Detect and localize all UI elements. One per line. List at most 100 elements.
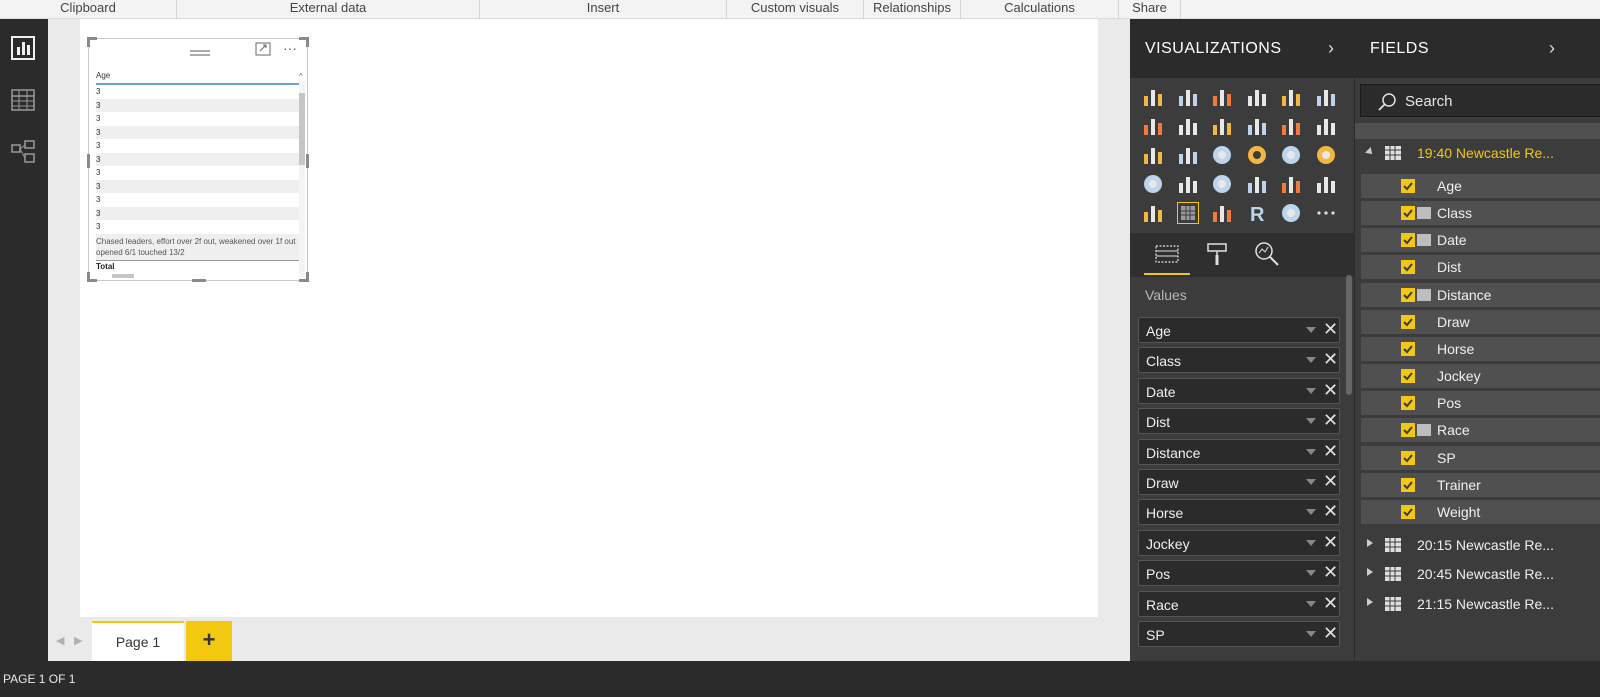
- more-options-icon[interactable]: ···: [283, 41, 297, 55]
- remove-field-icon[interactable]: ✕: [1323, 441, 1338, 462]
- analytics-magnifier-icon[interactable]: [1254, 241, 1280, 267]
- chevron-down-icon[interactable]: [1306, 600, 1316, 607]
- drag-grip-icon[interactable]: [190, 44, 210, 56]
- filled-map-icon[interactable]: [1142, 173, 1164, 195]
- resize-handle[interactable]: [87, 272, 90, 282]
- remove-field-icon[interactable]: ✕: [1323, 532, 1338, 553]
- clustered-column-icon[interactable]: [1246, 86, 1268, 108]
- chevron-down-icon[interactable]: [1306, 357, 1316, 364]
- chevron-down-icon[interactable]: [1306, 418, 1316, 425]
- line-chart-icon[interactable]: [1142, 115, 1164, 137]
- search-input[interactable]: Search: [1360, 84, 1600, 117]
- data-view-icon[interactable]: [10, 87, 36, 113]
- stacked-area-icon[interactable]: [1211, 115, 1233, 137]
- remove-field-icon[interactable]: ✕: [1323, 410, 1338, 431]
- donut-icon[interactable]: [1246, 144, 1268, 166]
- value-well-item[interactable]: Age ✕: [1138, 317, 1340, 343]
- field-checkbox[interactable]: [1401, 423, 1415, 438]
- collapse-fields-icon[interactable]: ›: [1549, 38, 1555, 59]
- waterfall-icon[interactable]: [1142, 144, 1164, 166]
- resize-handle[interactable]: [192, 279, 206, 282]
- chevron-down-icon[interactable]: [1306, 631, 1316, 637]
- gauge-icon[interactable]: [1211, 173, 1233, 195]
- stacked-bar-icon[interactable]: [1142, 86, 1164, 108]
- clustered-bar-icon[interactable]: [1211, 86, 1233, 108]
- value-well-item[interactable]: Class ✕: [1138, 347, 1340, 374]
- area-chart-icon[interactable]: [1177, 115, 1199, 137]
- scrollbar-thumb[interactable]: [299, 93, 305, 165]
- field-item[interactable]: Pos: [1361, 391, 1600, 416]
- field-item[interactable]: Draw: [1361, 309, 1600, 334]
- scatter-icon[interactable]: [1177, 144, 1199, 166]
- field-checkbox[interactable]: [1401, 396, 1415, 411]
- resize-handle[interactable]: [306, 272, 309, 282]
- multirow-card-icon[interactable]: [1280, 173, 1302, 195]
- value-well-item[interactable]: Date ✕: [1138, 377, 1340, 404]
- arcgis-icon[interactable]: [1280, 202, 1302, 224]
- table-icon[interactable]: [1175, 201, 1200, 225]
- globe-map-icon[interactable]: [1315, 144, 1337, 166]
- chevron-down-icon[interactable]: [1306, 539, 1316, 546]
- remove-field-icon[interactable]: ✕: [1323, 623, 1338, 644]
- chevron-down-icon[interactable]: [1306, 387, 1316, 394]
- page-tab-1[interactable]: Page 1: [92, 621, 184, 661]
- field-checkbox[interactable]: [1401, 179, 1415, 193]
- remove-field-icon[interactable]: ✕: [1323, 380, 1338, 401]
- more-visuals-icon[interactable]: [1315, 202, 1337, 224]
- pie-chart-icon[interactable]: [1211, 144, 1233, 166]
- field-checkbox[interactable]: [1401, 260, 1415, 275]
- ribbon-group-insert[interactable]: Insert: [480, 0, 727, 19]
- format-paint-roller-icon[interactable]: [1206, 241, 1230, 269]
- stacked-column-icon[interactable]: [1177, 86, 1199, 108]
- remove-field-icon[interactable]: ✕: [1323, 593, 1338, 614]
- next-page-icon[interactable]: ▶: [74, 634, 82, 647]
- value-well-item[interactable]: Jockey ✕: [1138, 529, 1340, 556]
- table-item[interactable]: 20:15 Newcastle Re...: [1355, 532, 1600, 560]
- funnel-icon[interactable]: [1177, 173, 1199, 195]
- field-item[interactable]: Jockey: [1361, 364, 1600, 389]
- focus-mode-icon[interactable]: [255, 42, 271, 56]
- field-checkbox[interactable]: [1401, 477, 1415, 492]
- treemap-icon[interactable]: [1280, 144, 1302, 166]
- value-well-item[interactable]: Horse ✕: [1138, 499, 1340, 526]
- collapse-visualizations-icon[interactable]: ›: [1328, 38, 1334, 59]
- field-item[interactable]: Class: [1361, 201, 1600, 226]
- scrollbar-thumb[interactable]: [112, 274, 134, 278]
- field-checkbox[interactable]: [1401, 206, 1415, 221]
- expand-arrow-icon[interactable]: [1367, 597, 1373, 606]
- ribbon-group-custom-visuals[interactable]: Custom visuals: [727, 0, 864, 19]
- horizontal-scrollbar[interactable]: [97, 273, 297, 279]
- chevron-down-icon[interactable]: [1306, 327, 1316, 333]
- field-checkbox[interactable]: [1401, 504, 1415, 519]
- ribbon-group-calculations[interactable]: Calculations: [961, 0, 1119, 19]
- value-well-item[interactable]: Dist ✕: [1138, 408, 1340, 435]
- table-visual[interactable]: ··· Age 3 3 3 3 3 3 3 3 3 3 3 Chased leaders, effo…: [87, 37, 309, 282]
- kpi-icon[interactable]: [1315, 173, 1337, 195]
- line-clustered-icon[interactable]: [1280, 115, 1302, 137]
- add-page-button[interactable]: +: [186, 621, 232, 661]
- field-item[interactable]: Date: [1361, 228, 1600, 253]
- table-item[interactable]: 20:45 Newcastle Re...: [1355, 561, 1600, 589]
- field-item[interactable]: Race: [1361, 418, 1600, 443]
- expand-arrow-icon[interactable]: [1367, 568, 1373, 577]
- value-well-item[interactable]: SP ✕: [1138, 621, 1340, 647]
- slicer-icon[interactable]: [1142, 202, 1164, 224]
- remove-field-icon[interactable]: ✕: [1323, 319, 1338, 340]
- value-well-item[interactable]: Race ✕: [1138, 590, 1340, 617]
- matrix-icon[interactable]: [1211, 202, 1233, 224]
- remove-field-icon[interactable]: ✕: [1323, 501, 1338, 522]
- field-checkbox[interactable]: [1401, 450, 1415, 465]
- expand-arrow-icon[interactable]: [1367, 539, 1373, 547]
- field-checkbox[interactable]: [1401, 369, 1415, 384]
- table-item-expanded[interactable]: 19:40 Newcastle Re...: [1355, 140, 1600, 168]
- chevron-down-icon[interactable]: [1306, 570, 1316, 577]
- remove-field-icon[interactable]: ✕: [1323, 349, 1338, 370]
- remove-field-icon[interactable]: ✕: [1323, 471, 1338, 492]
- resize-handle[interactable]: [306, 37, 309, 47]
- field-item[interactable]: Horse: [1361, 336, 1600, 361]
- value-well-item[interactable]: Draw ✕: [1138, 469, 1340, 495]
- relationship-view-icon[interactable]: [10, 139, 36, 165]
- vertical-scrollbar[interactable]: [299, 81, 305, 277]
- field-item[interactable]: Weight: [1361, 499, 1600, 524]
- ribbon-group-relationships[interactable]: Relationships: [864, 0, 961, 19]
